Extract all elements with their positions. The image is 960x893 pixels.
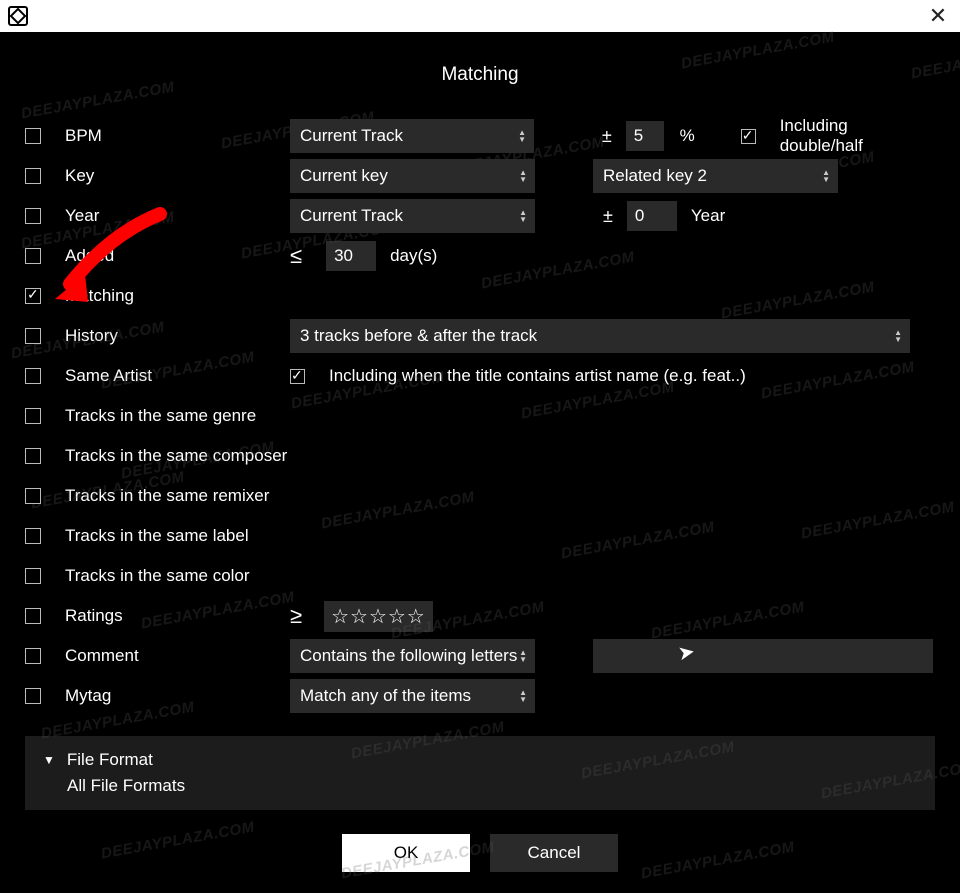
cancel-button[interactable]: Cancel [490, 834, 618, 872]
label-include-double-half: Including double/half [780, 116, 935, 156]
checkbox-same-label[interactable] [25, 528, 41, 544]
row-mytag: Mytag Match any of the items ▲▼ [25, 676, 935, 716]
checkbox-added[interactable] [25, 248, 41, 264]
plus-minus-symbol: ± [603, 206, 613, 227]
titlebar: ✕ [0, 0, 960, 32]
label-same-artist: Same Artist [65, 366, 290, 386]
checkbox-bpm[interactable] [25, 128, 41, 144]
close-icon[interactable]: ✕ [924, 3, 952, 29]
label-bpm: BPM [65, 126, 290, 146]
checkbox-same-composer[interactable] [25, 448, 41, 464]
rating-stars[interactable]: ☆☆☆☆☆ [324, 601, 433, 632]
select-key-related[interactable]: Related key 2 ▲▼ [593, 159, 838, 193]
input-bpm-tolerance[interactable]: 5 [626, 121, 664, 151]
spinner-icon: ▲▼ [519, 169, 527, 183]
checkbox-include-title-artist[interactable] [290, 369, 305, 384]
label-matching: Matching [65, 286, 290, 306]
row-same-label: Tracks in the same label [25, 516, 935, 556]
checkbox-matching[interactable] [25, 288, 41, 304]
unit-year: Year [691, 206, 725, 226]
chevron-down-icon[interactable]: ▼ [43, 753, 55, 767]
checkbox-same-remixer[interactable] [25, 488, 41, 504]
unit-days: day(s) [390, 246, 437, 266]
label-comment: Comment [65, 646, 290, 666]
row-history: History 3 tracks before & after the trac… [25, 316, 935, 356]
select-mytag-mode[interactable]: Match any of the items ▲▼ [290, 679, 535, 713]
row-key: Key Current key ▲▼ Related key 2 ▲▼ [25, 156, 935, 196]
label-year: Year [65, 206, 290, 226]
row-bpm: BPM Current Track ▲▼ ± 5 % Including dou… [25, 116, 935, 156]
label-same-label: Tracks in the same label [65, 526, 249, 546]
spinner-icon: ▲▼ [822, 169, 830, 183]
label-history: History [65, 326, 290, 346]
select-comment-mode[interactable]: Contains the following letters ▲▼ [290, 639, 535, 673]
file-format-value: All File Formats [67, 776, 917, 796]
spinner-icon: ▲▼ [519, 649, 527, 663]
row-added: Added ≤ 30 day(s) [25, 236, 935, 276]
select-history[interactable]: 3 tracks before & after the track ▲▼ [290, 319, 910, 353]
row-same-remixer: Tracks in the same remixer [25, 476, 935, 516]
row-same-composer: Tracks in the same composer [25, 436, 935, 476]
plus-minus-symbol: ± [602, 126, 612, 147]
checkbox-comment[interactable] [25, 648, 41, 664]
file-format-section: ▼ File Format All File Formats [25, 736, 935, 810]
checkbox-same-color[interactable] [25, 568, 41, 584]
spinner-icon: ▲▼ [518, 129, 526, 143]
spinner-icon: ▲▼ [894, 329, 902, 343]
label-mytag: Mytag [65, 686, 290, 706]
spinner-icon: ▲▼ [519, 689, 527, 703]
row-comment: Comment Contains the following letters ▲… [25, 636, 935, 676]
leq-symbol: ≤ [290, 243, 302, 269]
checkbox-history[interactable] [25, 328, 41, 344]
unit-bpm: % [680, 126, 695, 146]
file-format-header: File Format [67, 750, 153, 770]
row-ratings: Ratings ≥ ☆☆☆☆☆ [25, 596, 935, 636]
row-same-genre: Tracks in the same genre [25, 396, 935, 436]
checkbox-same-genre[interactable] [25, 408, 41, 424]
row-same-color: Tracks in the same color [25, 556, 935, 596]
row-matching: Matching [25, 276, 935, 316]
label-same-color: Tracks in the same color [65, 566, 250, 586]
spinner-icon: ▲▼ [519, 209, 527, 223]
dialog-buttons: OK Cancel [25, 834, 935, 872]
label-same-composer: Tracks in the same composer [65, 446, 287, 466]
page-title: Matching [25, 64, 935, 86]
geq-symbol: ≥ [290, 603, 302, 629]
app-icon [8, 6, 28, 26]
checkbox-same-artist[interactable] [25, 368, 41, 384]
label-added: Added [65, 246, 290, 266]
checkbox-mytag[interactable] [25, 688, 41, 704]
checkbox-key[interactable] [25, 168, 41, 184]
label-include-title-artist: Including when the title contains artist… [329, 366, 746, 386]
ok-button[interactable]: OK [342, 834, 470, 872]
checkbox-year[interactable] [25, 208, 41, 224]
row-year: Year Current Track ▲▼ ± 0 Year [25, 196, 935, 236]
label-key: Key [65, 166, 290, 186]
label-same-remixer: Tracks in the same remixer [65, 486, 269, 506]
input-added-days[interactable]: 30 [326, 241, 376, 271]
input-comment-text[interactable] [593, 639, 933, 673]
select-key-source[interactable]: Current key ▲▼ [290, 159, 535, 193]
row-same-artist: Same Artist Including when the title con… [25, 356, 935, 396]
select-year-source[interactable]: Current Track ▲▼ [290, 199, 535, 233]
label-ratings: Ratings [65, 606, 290, 626]
input-year-tolerance[interactable]: 0 [627, 201, 677, 231]
checkbox-ratings[interactable] [25, 608, 41, 624]
label-same-genre: Tracks in the same genre [65, 406, 256, 426]
checkbox-include-double-half[interactable] [741, 129, 756, 144]
select-bpm-source[interactable]: Current Track ▲▼ [290, 119, 534, 153]
